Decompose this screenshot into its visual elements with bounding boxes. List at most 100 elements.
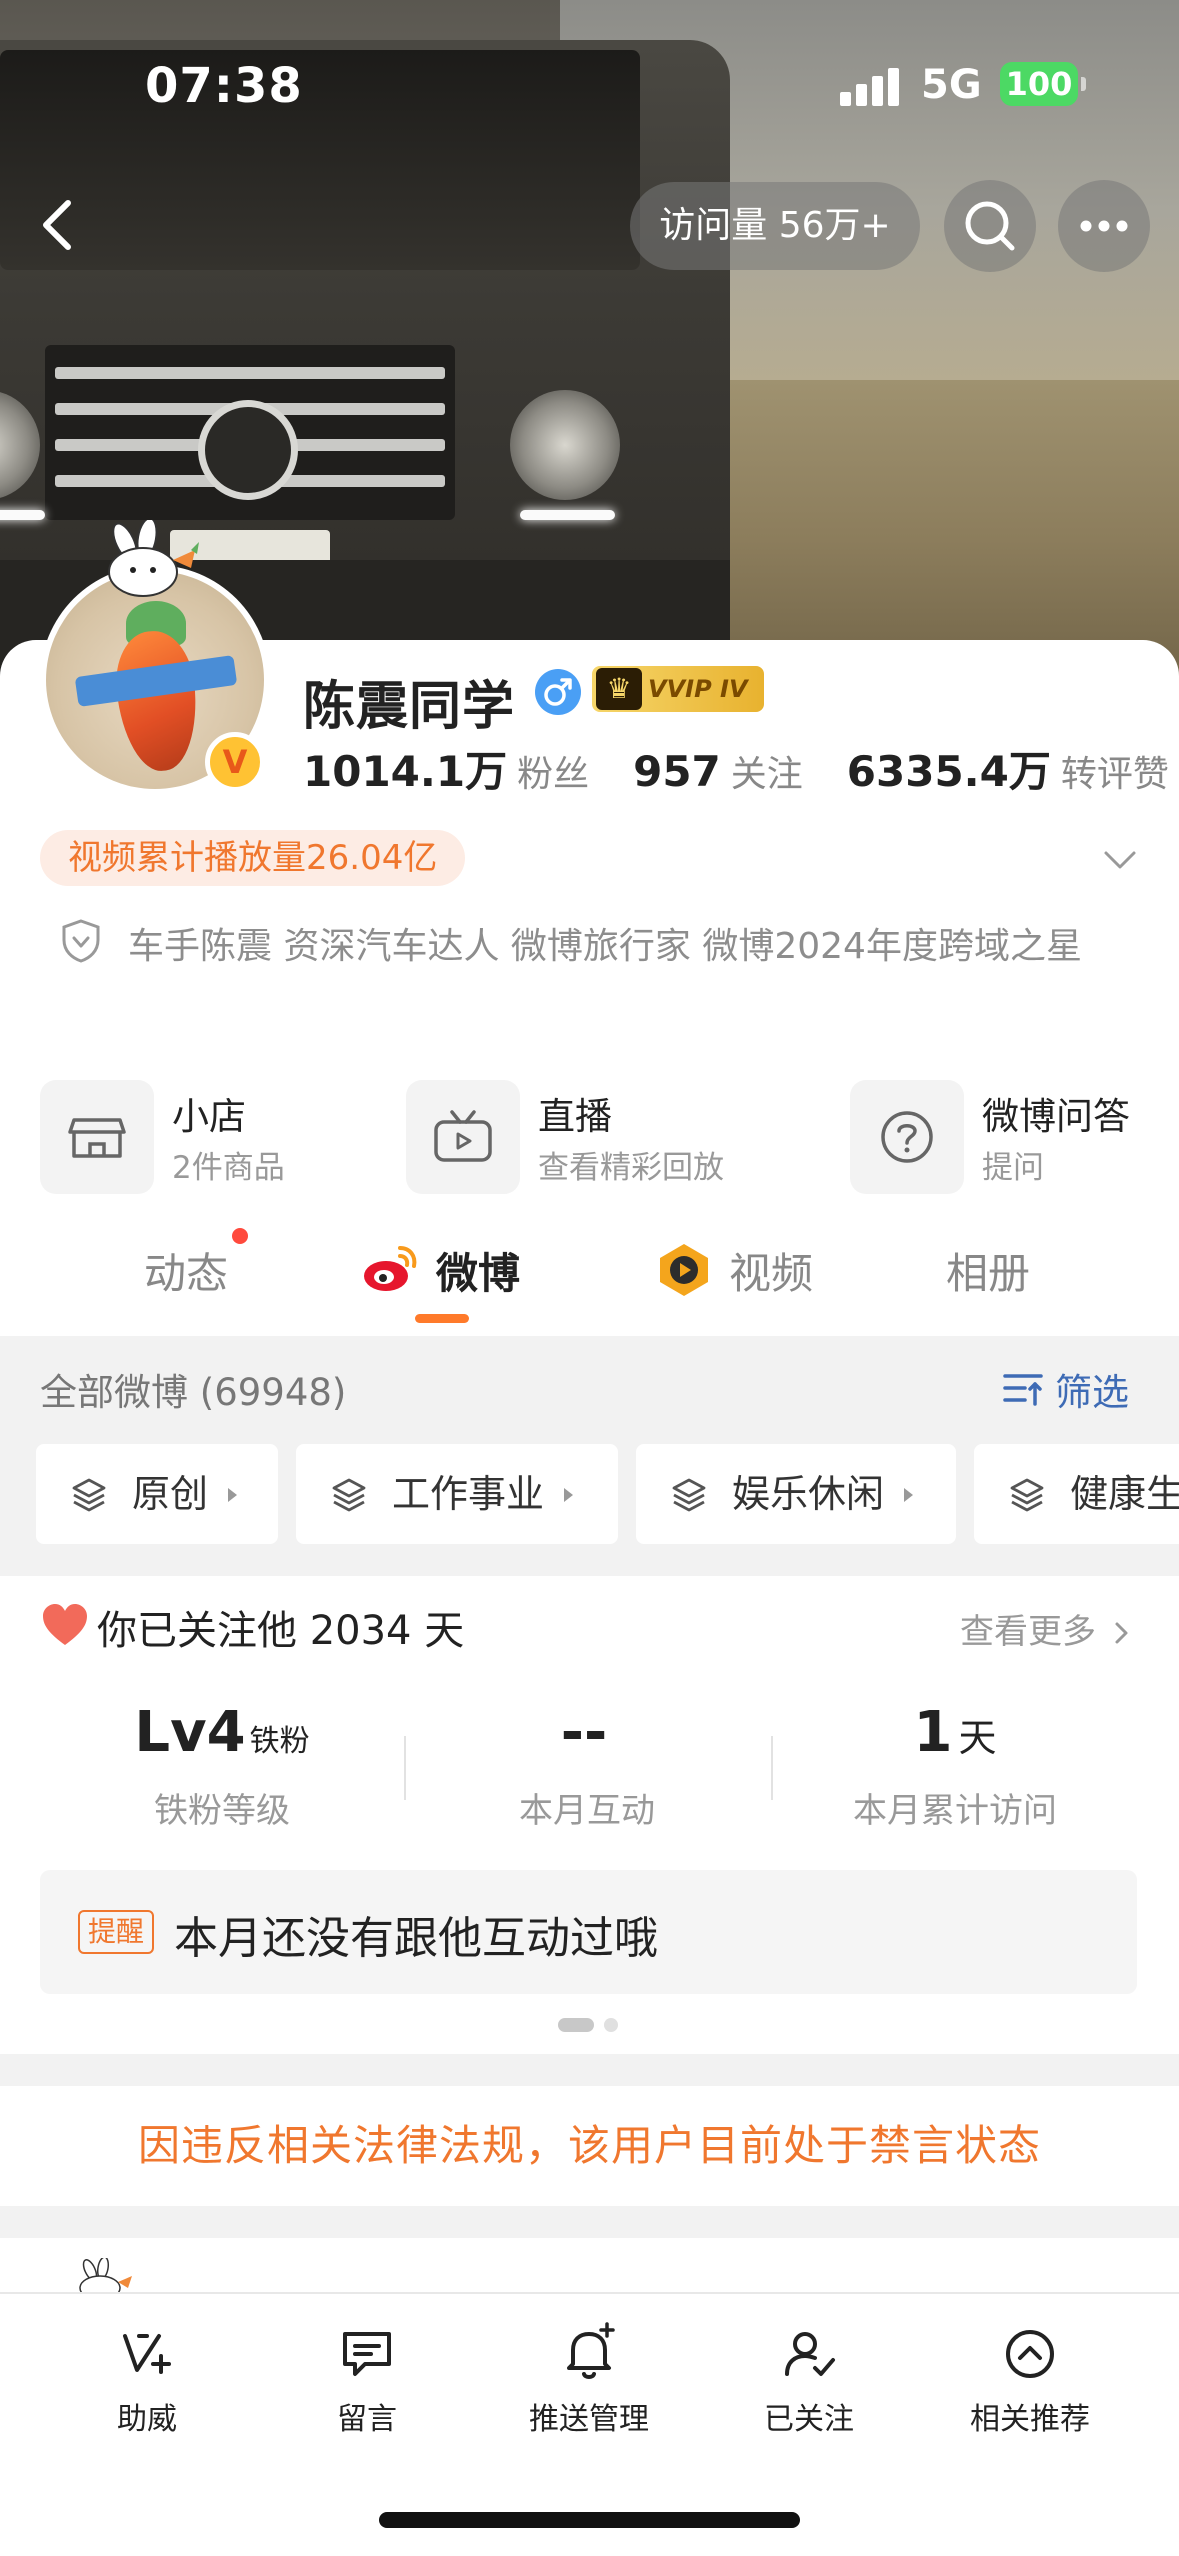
monthly-visits-suffix: 天 (958, 1716, 997, 1760)
page-indicator (558, 2018, 618, 2032)
bell-icon (567, 2322, 615, 2379)
signal-icon (840, 66, 900, 106)
home-indicator (379, 2512, 800, 2528)
tab-active-indicator (415, 1314, 469, 1323)
service-qa-subtitle: 提问 (982, 1150, 1044, 1186)
divider (771, 1736, 773, 1800)
cheer-icon (123, 2334, 171, 2374)
service-live-title: 直播 (538, 1095, 612, 1138)
interactions-count[interactable]: 6335.4万 (847, 747, 1051, 796)
tab-video[interactable]: 视频 (729, 1240, 813, 1301)
male-gender-icon (535, 669, 581, 715)
filter-label: 筛选 (1055, 1371, 1129, 1414)
recommend-icon (1006, 2330, 1054, 2378)
chevron-down-icon[interactable] (1100, 840, 1140, 880)
play-count-badge[interactable]: 视频累计播放量26.04亿 (40, 830, 466, 886)
fans-count[interactable]: 1014.1万 (303, 747, 507, 796)
metric-fan-level[interactable]: Lv4 铁粉 铁粉等级 (72, 1700, 372, 1832)
follow-duration: 你已关注他 2034 天 (97, 1608, 465, 1654)
followed-user-icon (785, 2332, 835, 2376)
layers-icon (1010, 1478, 1044, 1512)
status-time: 07:38 (145, 58, 303, 114)
profile-name: 陈震同学 (303, 677, 516, 737)
live-tv-icon (434, 1110, 492, 1162)
caret-right-icon (228, 1488, 237, 1502)
recommend-label: 相关推荐 (970, 2402, 1090, 2437)
more-button[interactable] (1058, 180, 1150, 272)
back-button[interactable] (22, 185, 92, 265)
fans-label[interactable]: 粉丝 (517, 754, 589, 795)
fan-level-value: Lv4 (134, 1700, 246, 1765)
reminder-tag: 提醒 (78, 1910, 155, 1954)
recommend-button[interactable]: 相关推荐 (935, 2322, 1125, 2438)
layers-icon (672, 1478, 706, 1512)
verified-badge-icon: V (205, 732, 265, 792)
fan-level-label: 铁粉等级 (154, 1791, 290, 1831)
reminder-text: 本月还没有跟他互动过哦 (174, 1913, 658, 1964)
following-label[interactable]: 关注 (731, 754, 803, 795)
network-type: 5G (921, 62, 982, 108)
category-chips: 原创 工作事业 娱乐休闲 健康生 (0, 1444, 1179, 1544)
message-label: 留言 (337, 2402, 397, 2437)
unread-dot (232, 1228, 248, 1244)
video-channel-icon (660, 1244, 708, 1296)
message-button[interactable]: 留言 (272, 2322, 462, 2438)
monthly-interaction-label: 本月互动 (519, 1791, 655, 1831)
metric-monthly-interaction[interactable]: -- 本月互动 (437, 1700, 737, 1832)
monthly-interaction-value: -- (560, 1700, 608, 1765)
metric-monthly-visits[interactable]: 1天 本月累计访问 (805, 1700, 1105, 1832)
following-count[interactable]: 957 (633, 747, 721, 796)
chevron-left-icon (43, 200, 71, 250)
service-shop-title: 小店 (172, 1095, 246, 1138)
see-more-link[interactable]: 查看更多 (960, 1604, 1133, 1653)
see-more-label: 查看更多 (960, 1612, 1096, 1652)
tab-weibo[interactable]: 微博 (436, 1240, 520, 1301)
service-live-subtitle: 查看精彩回放 (538, 1150, 724, 1186)
vvip-badge[interactable]: ♛ VVIP IV (592, 666, 764, 712)
chip-health-label: 健康生 (1070, 1472, 1179, 1516)
profile-tabs: 动态 微博 视频 相册 (0, 1220, 1179, 1330)
profile-stats: 1014.1万 粉丝 957 关注 6335.4万 转评赞 (303, 738, 1179, 796)
divider (404, 1736, 406, 1800)
monthly-visits-value: 1 (913, 1700, 953, 1765)
service-qa-title: 微博问答 (982, 1095, 1130, 1138)
layers-icon (72, 1478, 106, 1512)
cheer-button[interactable]: 助威 (52, 2322, 242, 2438)
weibo-logo-icon (364, 1246, 417, 1291)
message-icon (343, 2332, 391, 2376)
interactions-label[interactable]: 转评赞 (1061, 754, 1169, 795)
chevron-right-icon (1115, 1622, 1128, 1644)
chip-work[interactable]: 工作事业 (296, 1444, 618, 1544)
filter-icon (1003, 1374, 1043, 1406)
push-settings-button[interactable]: 推送管理 (494, 2322, 684, 2438)
visits-counter[interactable]: 访问量 56万+ (630, 182, 920, 270)
caret-right-icon (564, 1488, 573, 1502)
caret-right-icon (904, 1488, 913, 1502)
filter-button[interactable]: 筛选 (1003, 1362, 1129, 1416)
followed-button[interactable]: 已关注 (714, 2322, 904, 2438)
status-bar: 07:38 5G 100 (0, 0, 1179, 170)
heart-icon (43, 1604, 87, 1645)
layers-icon (332, 1478, 366, 1512)
chip-entertainment-label: 娱乐休闲 (732, 1472, 885, 1516)
crown-icon: ♛ (596, 668, 642, 710)
followed-label: 已关注 (764, 2402, 854, 2437)
question-icon (881, 1111, 933, 1163)
service-shop-subtitle: 2件商品 (172, 1150, 285, 1186)
battery-icon: 100 (1000, 62, 1086, 106)
tab-album[interactable]: 相册 (946, 1240, 1030, 1301)
search-button[interactable] (944, 180, 1036, 272)
cheer-label: 助威 (117, 2402, 177, 2437)
chip-entertainment[interactable]: 娱乐休闲 (636, 1444, 956, 1544)
chip-work-label: 工作事业 (392, 1472, 545, 1516)
reminder-box[interactable]: 提醒 本月还没有跟他互动过哦 (40, 1870, 1137, 1994)
chip-health[interactable]: 健康生 (974, 1444, 1179, 1544)
chip-original[interactable]: 原创 (36, 1444, 278, 1544)
more-dots-icon (1080, 220, 1128, 232)
shield-verify-icon (62, 919, 100, 963)
shop-icon (68, 1118, 126, 1158)
bunny-decoration-icon (108, 520, 199, 597)
tab-dynamics[interactable]: 动态 (144, 1240, 228, 1301)
vvip-label: VVIP IV (648, 675, 748, 703)
verification-text: 车手陈震 资深汽车达人 微博旅行家 微博2024年度跨域之星 (128, 926, 1082, 967)
